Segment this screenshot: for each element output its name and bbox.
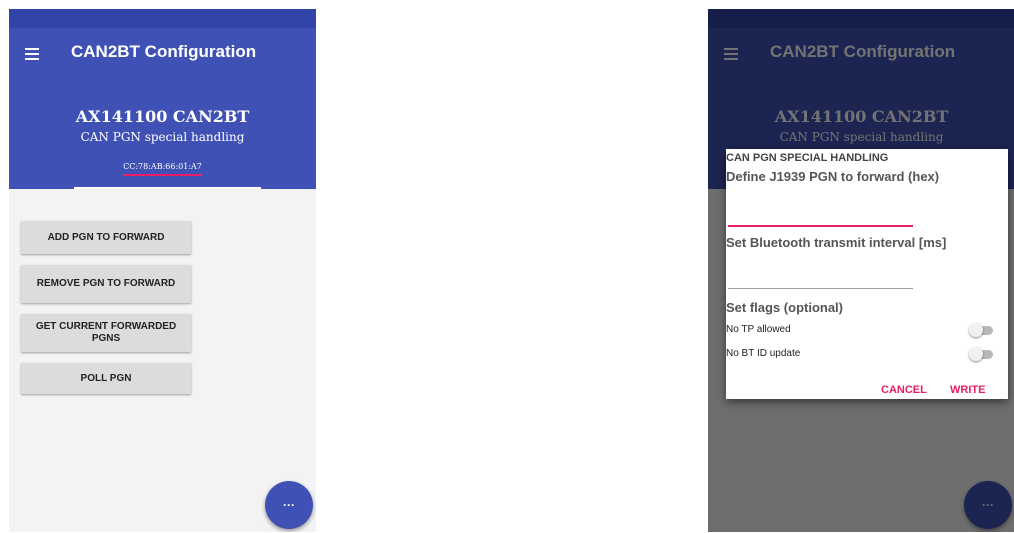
- add-pgn-button[interactable]: ADD PGN TO FORWARD: [21, 221, 191, 254]
- flags-label: Set flags (optional): [726, 300, 843, 315]
- toggle-thumb: [969, 347, 983, 361]
- more-icon[interactable]: ···: [265, 481, 313, 529]
- dialog-title: CAN PGN SPECIAL HANDLING: [726, 152, 889, 164]
- device-subtitle: CAN PGN special handling: [80, 130, 245, 144]
- pgn-field-label: Define J1939 PGN to forward (hex): [726, 169, 940, 184]
- device-name: AX141100 CAN2BT: [75, 107, 250, 126]
- poll-pgn-button[interactable]: POLL PGN: [21, 363, 191, 394]
- toggle-thumb: [969, 323, 983, 337]
- no-bt-id-label: No BT ID update: [726, 348, 801, 359]
- no-tp-label: No TP allowed: [726, 324, 791, 335]
- pgn-handling-dialog: CAN PGN SPECIAL HANDLING Define J1939 PG…: [726, 149, 1008, 399]
- main-screen: CAN2BT Configuration AX141100 CAN2BT CAN…: [9, 9, 316, 532]
- interval-input[interactable]: [728, 268, 913, 289]
- app-title: CAN2BT Configuration: [71, 42, 257, 61]
- cancel-button[interactable]: CANCEL: [881, 384, 927, 396]
- get-current-pgns-button[interactable]: GET CURRENT FORWARDED PGNS: [21, 314, 191, 352]
- interval-field-label: Set Bluetooth transmit interval [ms]: [726, 235, 947, 250]
- menu-icon[interactable]: [25, 48, 39, 60]
- no-bt-id-toggle[interactable]: [969, 347, 993, 361]
- dialog-screen: CAN2BT Configuration AX141100 CAN2BT CAN…: [708, 9, 1014, 532]
- pgn-input[interactable]: [728, 205, 913, 227]
- app-header: CAN2BT Configuration AX141100 CAN2BT CAN…: [9, 28, 316, 189]
- device-mac-address: CC:78:AB:66:01:A7: [9, 156, 316, 176]
- device-mac-text: CC:78:AB:66:01:A7: [123, 162, 202, 176]
- status-bar: [9, 9, 316, 28]
- fab-label: ···: [283, 498, 295, 512]
- remove-pgn-button[interactable]: REMOVE PGN TO FORWARD: [21, 265, 191, 303]
- write-button[interactable]: WRITE: [950, 384, 985, 396]
- no-tp-toggle[interactable]: [969, 323, 993, 337]
- header-divider: [74, 187, 261, 189]
